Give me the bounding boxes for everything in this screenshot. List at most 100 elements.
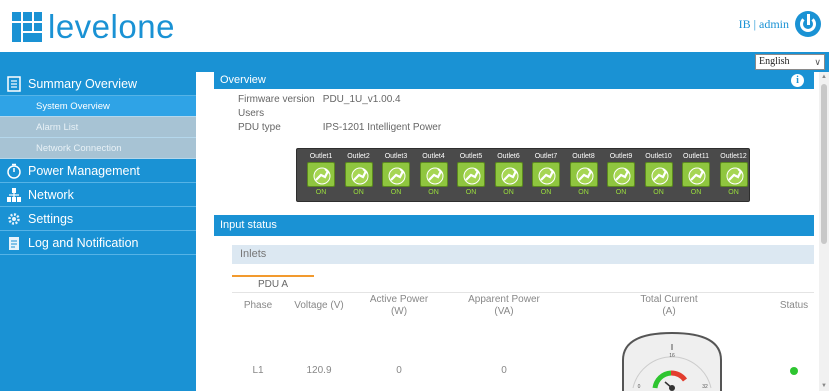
scroll-down-arrow-icon[interactable]: ▼: [821, 383, 827, 389]
outlet-state: ON: [390, 189, 402, 196]
outlet-power-button[interactable]: [719, 162, 748, 187]
logo-text: levelone: [48, 8, 175, 45]
scroll-up-arrow-icon[interactable]: ▲: [821, 74, 827, 80]
plug-icon: [426, 167, 443, 185]
input-status-title: Input status: [220, 219, 277, 231]
cell-apparent-power: 0: [501, 365, 507, 376]
outlet-7[interactable]: Outlet7 ON: [529, 152, 563, 200]
outlet-8[interactable]: Outlet8 ON: [567, 152, 601, 200]
outlet-state: ON: [690, 189, 702, 196]
users-label: Users: [238, 108, 265, 119]
outlet-4[interactable]: Outlet4 ON: [417, 152, 451, 200]
outlet-state: ON: [653, 189, 664, 196]
language-select[interactable]: English ∨: [755, 54, 825, 70]
users-row: Users: [238, 108, 320, 119]
sidebar-item-label: Summary Overview: [28, 76, 138, 91]
scrollbar-thumb[interactable]: [821, 84, 827, 244]
outlet-name: Outlet7: [534, 153, 558, 160]
network-icon: [7, 188, 21, 202]
levelone-logo[interactable]: levelone: [12, 8, 175, 45]
outlet-state: ON: [540, 189, 552, 196]
sidebar-subitem-system-overview[interactable]: System Overview: [0, 96, 196, 117]
gauge-min-label: 0: [638, 384, 641, 390]
outlet-11[interactable]: Outlet11 ON: [679, 152, 713, 200]
cell-voltage: 120.9: [306, 365, 332, 376]
outlet-12[interactable]: Outlet12 ON: [717, 152, 751, 200]
outlet-1[interactable]: Outlet1 ON: [304, 152, 338, 200]
sidebar-item-label: Network: [28, 187, 74, 202]
plug-icon: [726, 167, 743, 185]
outlet-6[interactable]: Outlet6 ON: [492, 152, 526, 200]
plug-icon: [688, 167, 706, 185]
chevron-down-icon: ∨: [814, 57, 821, 67]
power-icon[interactable]: [795, 11, 821, 37]
overview-header: Overview i: [214, 72, 814, 89]
main-content: Overview i Firmware version PDU_1U_v1.00…: [214, 72, 814, 391]
cell-active-power: 0: [396, 365, 402, 376]
tab-underline: [232, 292, 814, 293]
gear-icon: [8, 213, 20, 225]
outlet-power-button[interactable]: [457, 162, 485, 187]
sidebar-item-network[interactable]: Network: [0, 183, 196, 207]
outlet-3[interactable]: Outlet3 ON: [379, 152, 413, 200]
outlet-state: ON: [578, 189, 589, 196]
outlet-name: Outlet5: [459, 153, 483, 160]
sidebar-item-power-management[interactable]: Power Management: [0, 159, 196, 183]
col-active-power: Active Power (W): [369, 294, 429, 317]
outlet-5[interactable]: Outlet5 ON: [454, 152, 488, 200]
cell-phase: L1: [252, 365, 264, 376]
outlet-2[interactable]: Outlet2 ON: [342, 152, 376, 200]
pdu-type-value: IPS-1201 Intelligent Power: [322, 122, 442, 133]
sidebar-item-settings[interactable]: Settings: [0, 207, 196, 231]
outlet-name: Outlet12: [720, 153, 747, 160]
plug-icon: [313, 167, 331, 185]
col-total-current: Total Current (A): [640, 294, 698, 317]
logo-mark-icon: [12, 12, 42, 42]
language-value: English: [759, 56, 790, 67]
sidebar-item-label: Settings: [28, 211, 74, 226]
user-label[interactable]: IB | admin: [739, 17, 789, 32]
overview-title: Overview: [220, 74, 266, 86]
plug-icon: [538, 167, 556, 185]
outlet-power-button[interactable]: [494, 162, 523, 187]
sidebar-subitem-network-connection[interactable]: Network Connection: [0, 138, 196, 159]
scrollbar[interactable]: ▲ ▼: [819, 72, 829, 391]
sidebar-item-log-notification[interactable]: Log and Notification: [0, 231, 196, 255]
plug-icon: [463, 167, 481, 185]
outlet-power-button[interactable]: [532, 162, 560, 187]
outlet-power-button[interactable]: [569, 162, 598, 187]
outlet-power-button[interactable]: [607, 162, 635, 187]
col-voltage: Voltage (V): [294, 300, 344, 311]
document-icon: [7, 76, 21, 92]
sidebar-subitem-alarm-list[interactable]: Alarm List: [0, 117, 196, 138]
tab-pdu-a[interactable]: PDU A: [232, 275, 314, 293]
outlet-state: ON: [428, 189, 439, 196]
outlet-name: Outlet1: [309, 153, 333, 160]
outlet-power-button[interactable]: [382, 162, 410, 187]
outlet-name: Outlet3: [384, 153, 408, 160]
inlets-bar: Inlets: [232, 245, 814, 264]
outlet-9[interactable]: Outlet9 ON: [604, 152, 638, 200]
pdu-type-label: PDU type: [238, 122, 281, 133]
inlets-label: Inlets: [240, 248, 267, 260]
outlet-state: ON: [353, 189, 364, 196]
outlet-state: ON: [315, 189, 327, 196]
outlet-name: Outlet6: [497, 153, 520, 160]
user-area: IB | admin: [739, 11, 821, 37]
timer-icon: [7, 163, 21, 179]
sidebar-item-summary-overview[interactable]: Summary Overview: [0, 72, 196, 96]
plug-icon: [651, 167, 668, 185]
outlet-power-button[interactable]: [344, 162, 373, 187]
status-indicator: [790, 367, 798, 375]
firmware-row: Firmware version PDU_1U_v1.00.4: [238, 94, 401, 105]
info-icon[interactable]: i: [791, 74, 804, 87]
outlet-power-button[interactable]: [682, 162, 710, 187]
outlet-state: ON: [503, 189, 514, 196]
outlet-power-button[interactable]: [307, 162, 335, 187]
outlet-power-button[interactable]: [644, 162, 673, 187]
sidebar-item-label: Log and Notification: [28, 235, 139, 250]
outlet-power-button[interactable]: [419, 162, 448, 187]
outlet-10[interactable]: Outlet10 ON: [642, 152, 676, 200]
gauge-mid-label: 16: [669, 353, 675, 359]
col-apparent-power: Apparent Power (VA): [468, 294, 540, 317]
